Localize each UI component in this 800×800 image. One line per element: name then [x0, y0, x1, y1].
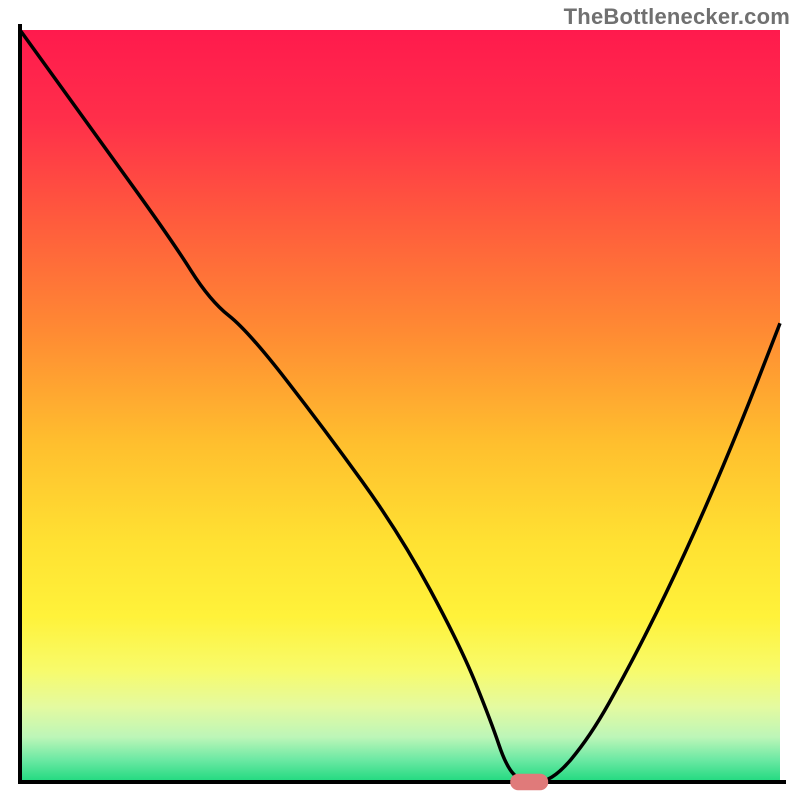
optimum-marker — [510, 774, 548, 791]
chart-container: TheBottlenecker.com — [0, 0, 800, 800]
plot-background — [20, 30, 780, 782]
bottleneck-chart — [0, 0, 800, 800]
